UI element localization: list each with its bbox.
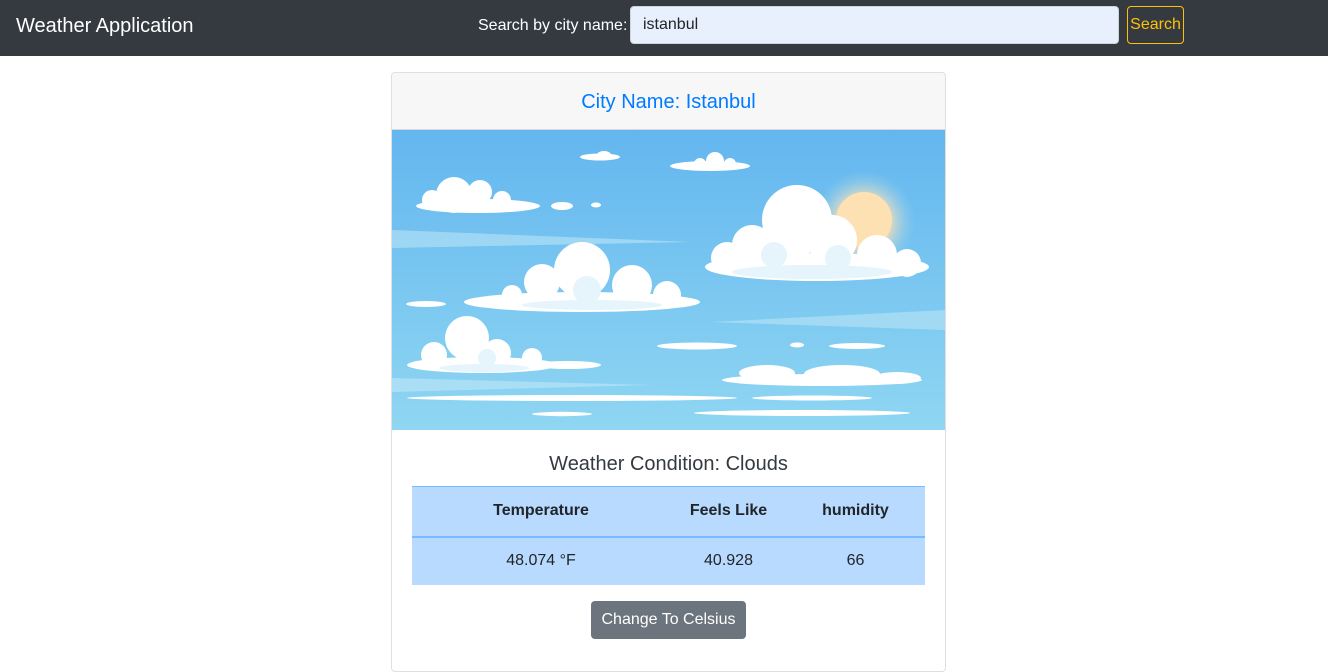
city-title: City Name: Istanbul (581, 91, 756, 113)
card-header: City Name: Istanbul (392, 73, 945, 130)
temperature-header: Temperature (412, 486, 671, 538)
weather-card: City Name: Istanbul Weather Condition: C… (391, 72, 946, 672)
feels-like-value: 40.928 (704, 552, 753, 569)
weather-table: Temperature Feels Like humidity 48.074 °… (412, 486, 925, 585)
search-button[interactable]: Search (1127, 6, 1184, 44)
search-label: Search by city name: (478, 17, 628, 34)
search-input[interactable] (630, 6, 1119, 44)
humidity-header: humidity (786, 486, 925, 538)
table-row: 48.074 °F 40.928 66 (412, 537, 925, 585)
change-to-celsius-button[interactable]: Change To Celsius (591, 601, 746, 639)
sky-with-clouds-illustration (392, 130, 945, 430)
humidity-value: 66 (846, 552, 865, 569)
app-brand[interactable]: Weather Application (16, 13, 194, 39)
navbar: Weather Application Search by city name:… (0, 0, 1328, 56)
table-header-row: Temperature Feels Like humidity (412, 486, 925, 538)
feels-like-header: Feels Like (671, 486, 786, 538)
weather-condition: Weather Condition: Clouds (549, 453, 788, 475)
temperature-value: 48.074 °F (506, 552, 576, 569)
